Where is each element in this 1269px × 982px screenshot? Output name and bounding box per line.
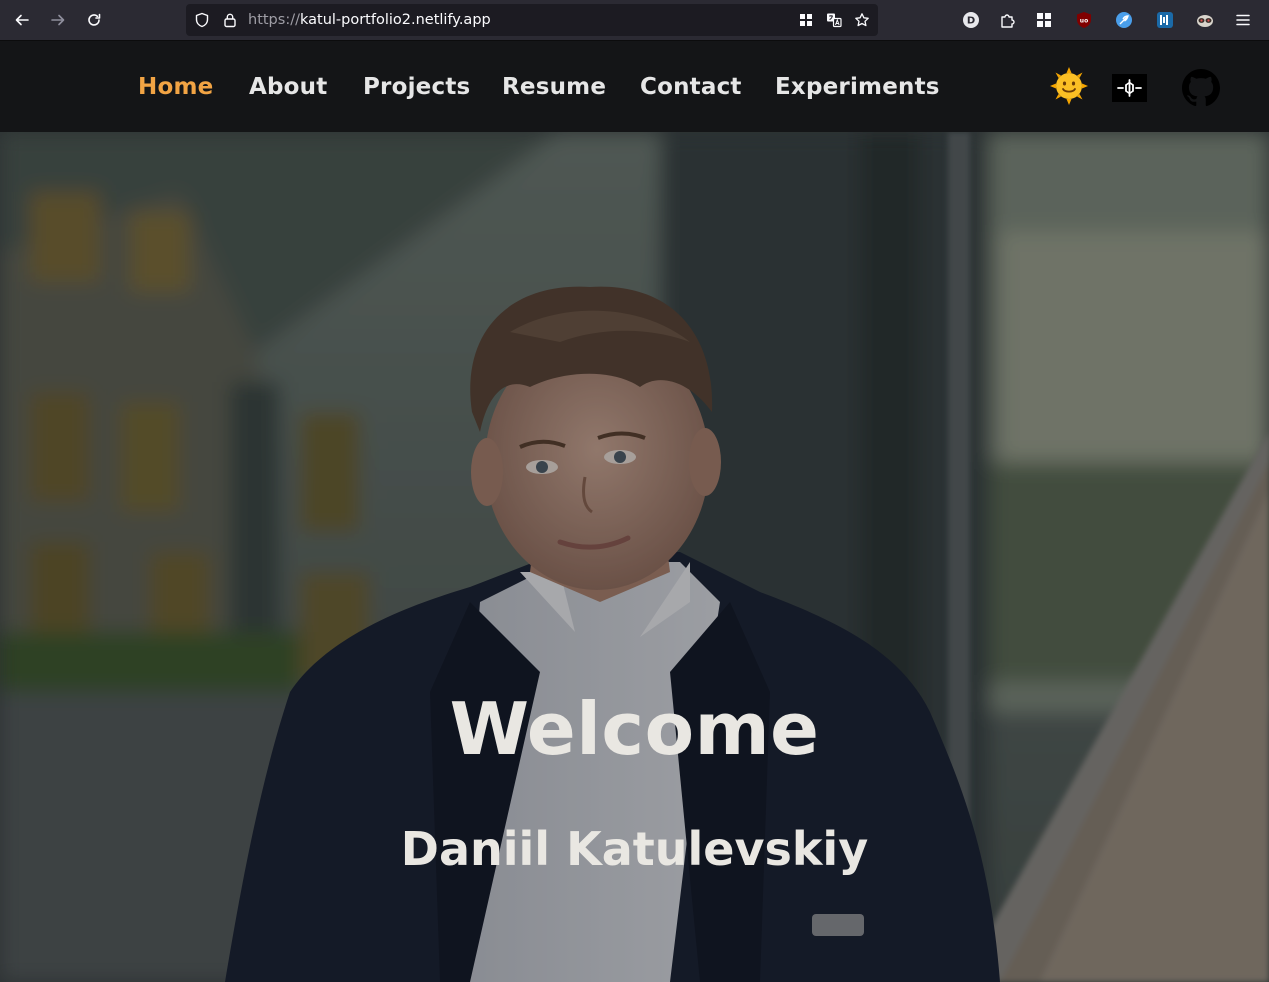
nav-projects[interactable]: Projects [363, 67, 470, 107]
forward-button[interactable] [46, 8, 70, 32]
privacy-badger-button[interactable] [1195, 10, 1215, 30]
hero-title: Welcome [449, 687, 820, 771]
ublock-shield-icon: uo [1077, 12, 1091, 28]
reload-icon [88, 13, 101, 26]
github-icon [1182, 69, 1220, 107]
nav-resume[interactable]: Resume [502, 67, 606, 107]
nav-home[interactable]: Home [138, 67, 213, 107]
theme-toggle-button[interactable] [1050, 67, 1088, 105]
nav-about[interactable]: About [249, 67, 327, 107]
star-icon[interactable] [854, 12, 870, 28]
svg-text:D: D [967, 16, 975, 27]
arrow-right-icon [51, 14, 65, 26]
privacy-badger-icon [1197, 15, 1213, 27]
codepen-link[interactable] [1112, 74, 1147, 102]
extensions-button[interactable] [997, 10, 1017, 30]
github-link[interactable] [1182, 69, 1220, 107]
hero-section: Welcome Daniil Katulevskiy [0, 132, 1269, 982]
reload-button[interactable] [82, 8, 106, 32]
blue-extension-button[interactable] [1155, 10, 1175, 30]
apps-grid-icon [1037, 13, 1051, 27]
ublock-origin-button[interactable]: uo [1074, 10, 1094, 30]
site-header: Home About Projects Resume Contact Exper… [0, 41, 1269, 132]
address-bar[interactable]: https://katul-portfolio2.netlify.app [186, 4, 878, 36]
codepen-icon [1117, 79, 1142, 97]
nav-experiments[interactable]: Experiments [775, 67, 940, 107]
sun-face-icon [1050, 67, 1088, 105]
shield-icon[interactable] [194, 12, 210, 28]
browser-toolbar: https://katul-portfolio2.netlify.app D u… [0, 0, 1269, 41]
hero-subtitle: Daniil Katulevskiy [400, 822, 869, 876]
hamburger-icon [1236, 14, 1250, 26]
url-text[interactable]: https://katul-portfolio2.netlify.app [248, 4, 491, 36]
d-extension-icon: D [963, 12, 979, 28]
puzzle-icon [1001, 14, 1015, 28]
url-host: katul-portfolio2.netlify.app [299, 12, 491, 28]
menu-button[interactable] [1233, 10, 1253, 30]
feather-icon [1116, 12, 1132, 28]
back-button[interactable] [10, 8, 34, 32]
feather-extension-button[interactable] [1114, 10, 1134, 30]
url-protocol: https:// [248, 12, 300, 28]
svg-text:uo: uo [1080, 18, 1088, 25]
translate-icon[interactable] [826, 12, 842, 28]
apps-button[interactable] [1034, 10, 1054, 30]
arrow-left-icon [15, 14, 29, 26]
d-extension-button[interactable]: D [961, 10, 981, 30]
lock-icon[interactable] [222, 12, 238, 28]
nav-contact[interactable]: Contact [640, 67, 742, 107]
blue-extension-icon [1157, 12, 1173, 28]
grid-icon[interactable] [798, 12, 814, 28]
